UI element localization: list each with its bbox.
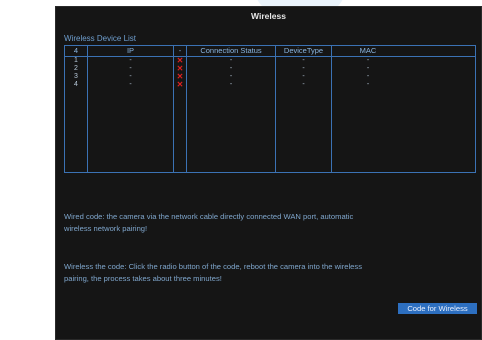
row-device-type: - <box>302 65 305 72</box>
row-device-type: - <box>302 57 305 64</box>
header-mac[interactable]: MAC <box>332 46 404 56</box>
header-ip[interactable]: IP <box>88 46 173 56</box>
wireless-dialog: Wireless Wireless Device List 4 IP - Con… <box>55 6 482 340</box>
row-device-type: - <box>302 81 305 88</box>
device-list-label: Wireless Device List <box>64 34 137 43</box>
row-connection-status: - <box>229 81 233 88</box>
row-index: 4 <box>74 81 78 88</box>
header-connection-status[interactable]: Connection Status <box>187 46 275 56</box>
row-index: 2 <box>74 65 78 72</box>
row-connection-status: - <box>229 73 233 80</box>
device-table: 4 IP - Connection Status DeviceType MAC … <box>64 45 476 173</box>
row-ip: - <box>129 57 132 64</box>
row-mac: - <box>366 81 370 88</box>
table-row[interactable]: 4 - ✕ - - - <box>65 81 475 89</box>
header-count[interactable]: 4 <box>65 46 87 56</box>
table-row[interactable]: 3 - ✕ - - - <box>65 73 475 81</box>
row-mac: - <box>366 57 370 64</box>
header-select[interactable]: - <box>174 46 186 56</box>
row-connection-status: - <box>229 65 233 72</box>
wireless-code-description: Wireless the code: Click the radio butto… <box>64 262 362 283</box>
header-device-type[interactable]: DeviceType <box>276 46 331 56</box>
row-index: 1 <box>74 57 78 64</box>
table-row[interactable]: 1 - ✕ - - - <box>65 57 475 65</box>
dialog-title: Wireless <box>251 11 286 21</box>
row-ip: - <box>129 73 132 80</box>
row-ip: - <box>129 65 132 72</box>
row-ip: - <box>129 81 132 88</box>
table-row[interactable]: 2 - ✕ - - - <box>65 65 475 73</box>
row-connection-status: - <box>229 57 233 64</box>
row-mac: - <box>366 73 370 80</box>
row-device-type: - <box>302 73 305 80</box>
row-index: 3 <box>74 73 78 80</box>
row-mac: - <box>366 65 370 72</box>
code-for-wireless-button[interactable]: Code for Wireless <box>398 303 477 314</box>
table-header: 4 IP - Connection Status DeviceType MAC <box>65 46 475 57</box>
wired-code-description: Wired code: the camera via the network c… <box>64 212 354 233</box>
red-x-icon[interactable]: ✕ <box>174 81 186 89</box>
